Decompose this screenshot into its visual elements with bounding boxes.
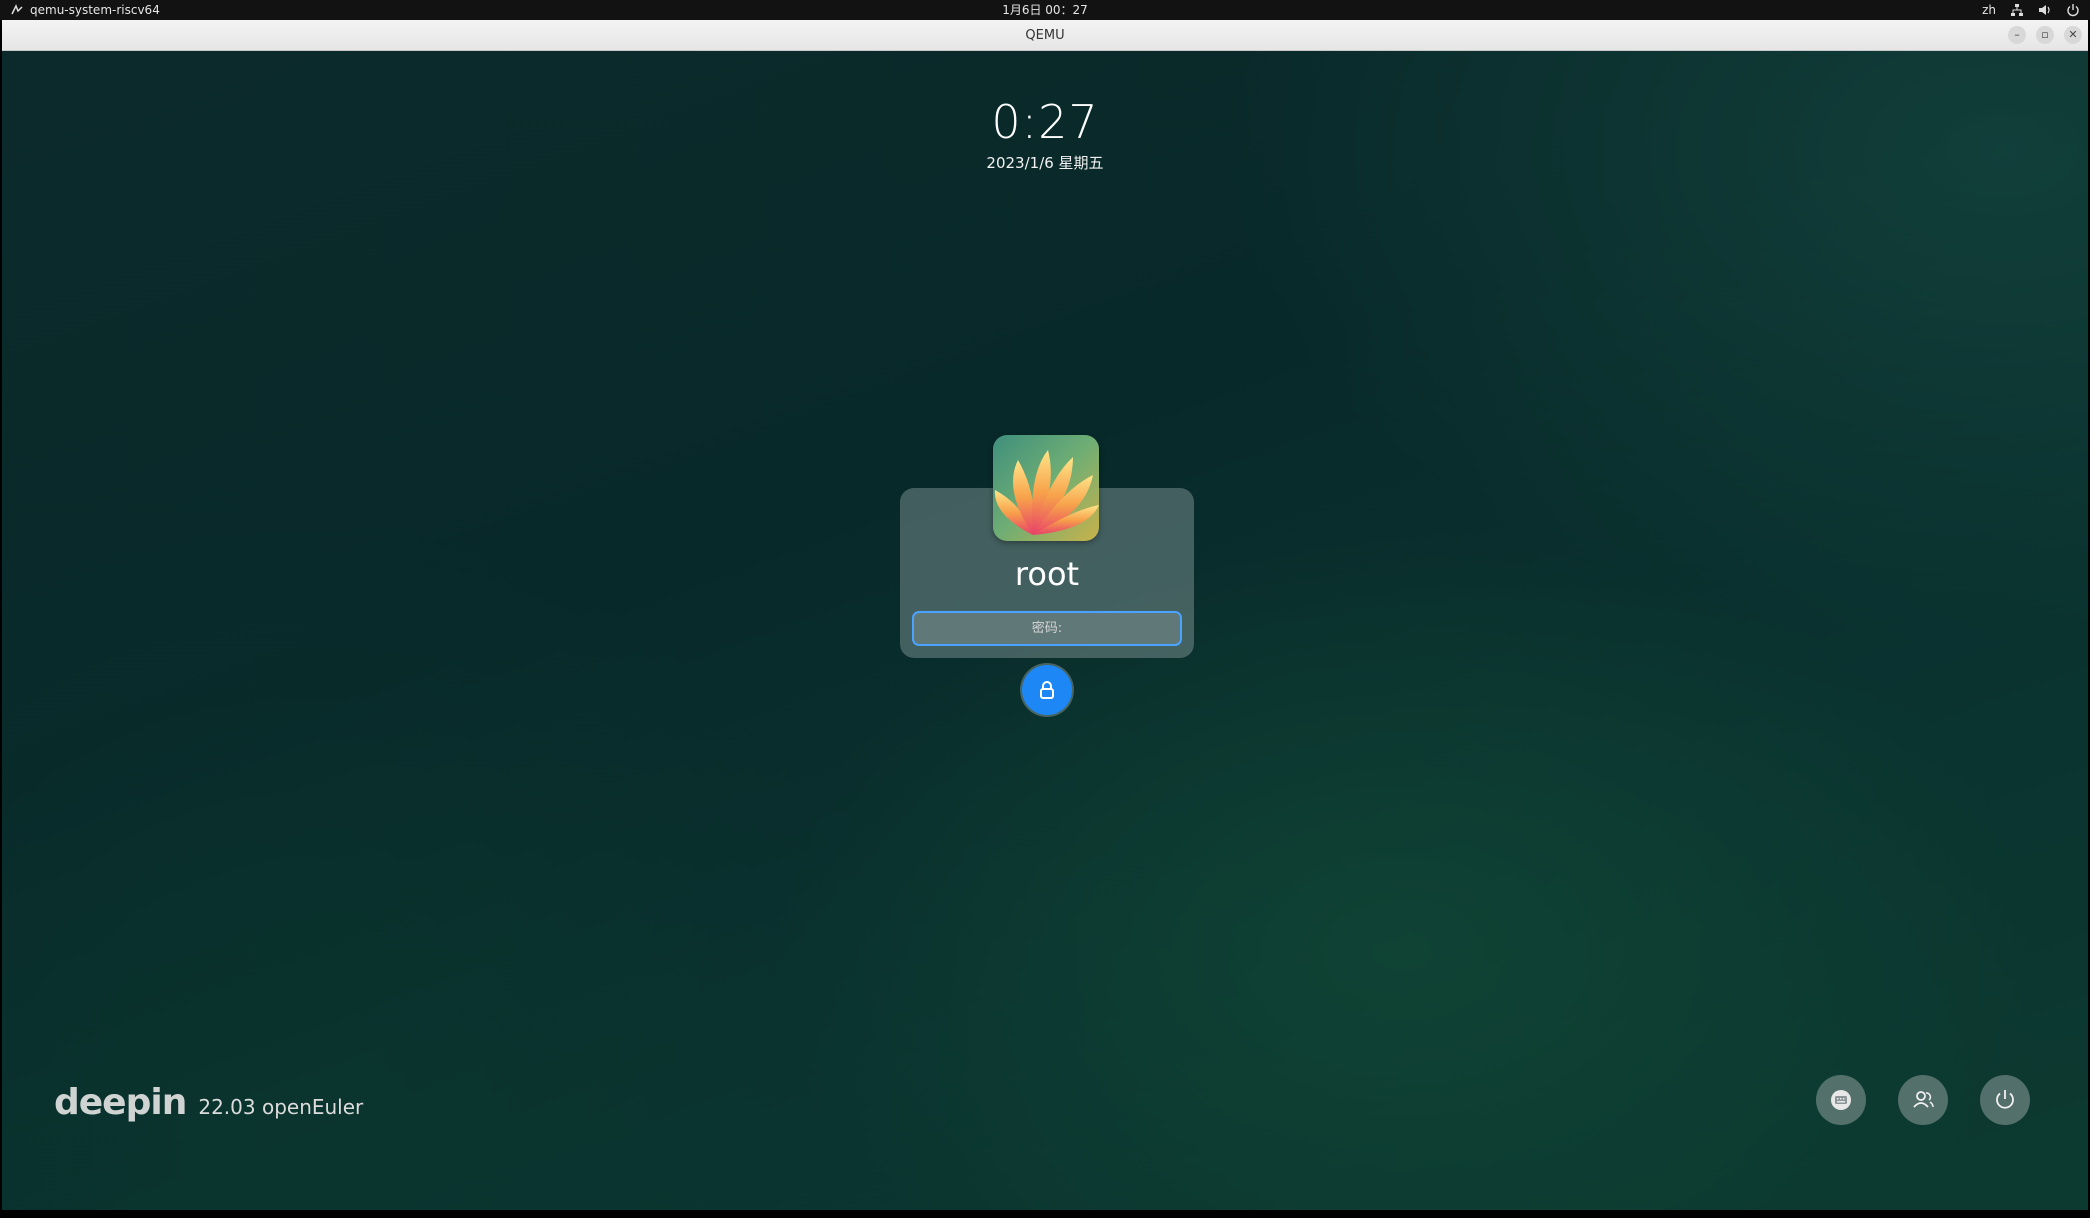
host-top-bar: qemu-system-riscv64 1月6日 00：27 zh <box>0 0 2090 20</box>
password-input[interactable] <box>912 611 1182 646</box>
window-title: QEMU <box>1025 28 1065 43</box>
switch-user-button[interactable] <box>1898 1075 1948 1125</box>
avatar[interactable] <box>993 435 1099 541</box>
username-label: root <box>1014 555 1080 593</box>
lock-screen-time: 0:27 <box>991 95 1099 149</box>
volume-icon[interactable] <box>2038 3 2052 17</box>
window-controls: – ▫ ✕ <box>2008 26 2082 44</box>
keyboard-layout-button[interactable] <box>1816 1075 1866 1125</box>
close-button[interactable]: ✕ <box>2064 26 2082 44</box>
language-indicator[interactable]: zh <box>1982 0 1996 20</box>
os-version: 22.03 openEuler <box>198 1095 364 1119</box>
minimize-button[interactable]: – <box>2008 26 2026 44</box>
host-clock[interactable]: 1月6日 00：27 <box>0 0 2090 20</box>
restore-button[interactable]: ▫ <box>2036 26 2054 44</box>
avatar-flower-image <box>993 435 1099 541</box>
qemu-window-titlebar[interactable]: QEMU – ▫ ✕ <box>2 20 2088 51</box>
power-icon <box>1996 1090 2014 1109</box>
deepin-logo: deepin <box>54 1082 187 1123</box>
lock-icon <box>1040 681 1054 699</box>
brand: deepin 22.03 openEuler <box>54 1082 363 1123</box>
power-icon[interactable] <box>2066 3 2080 17</box>
keyboard-icon <box>1831 1090 1851 1110</box>
system-tray: zh <box>1982 0 2080 20</box>
bottom-border <box>0 1210 2090 1218</box>
lock-screen-date: 2023/1/6 星期五 <box>986 154 1104 172</box>
switch-user-icon <box>1913 1091 1934 1108</box>
power-button[interactable] <box>1980 1075 2030 1125</box>
network-icon[interactable] <box>2010 3 2024 17</box>
unlock-button[interactable] <box>1022 665 1072 715</box>
